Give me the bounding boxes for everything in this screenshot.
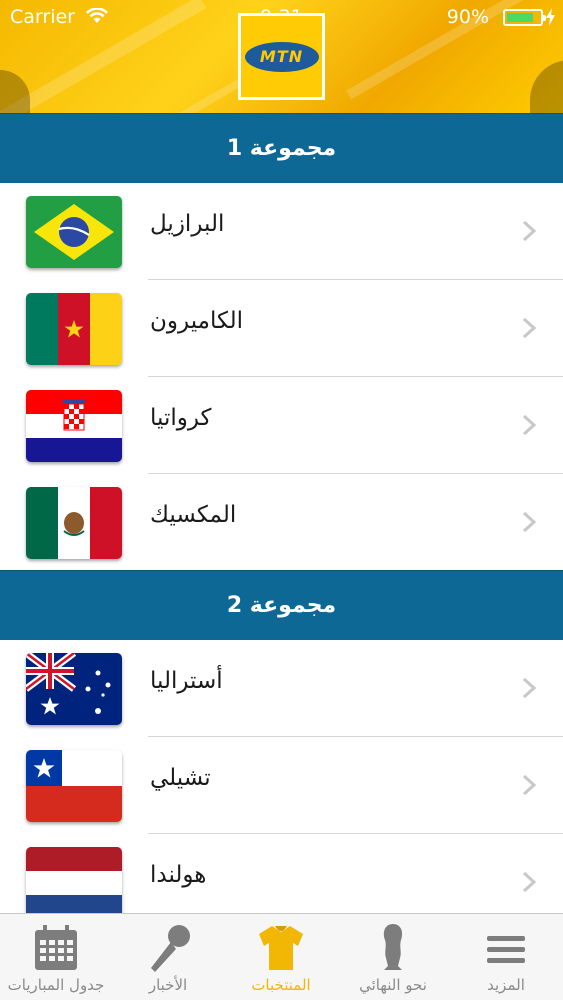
team-name: المكسيك	[150, 502, 237, 528]
group-header-2: مجموعة 2	[0, 570, 563, 640]
team-name: تشيلي	[150, 765, 211, 791]
tab-label: نحو النهائي	[359, 976, 427, 994]
team-row-croatia[interactable]: كرواتيا	[0, 377, 563, 474]
group-title: مجموعة 1	[226, 136, 337, 161]
team-row-chile[interactable]: تشيلي	[0, 737, 563, 834]
mtn-logo: MTN	[238, 13, 325, 100]
tab-label: جدول المباريات	[7, 976, 105, 994]
chevron-right-icon	[522, 220, 537, 242]
charging-icon	[546, 8, 555, 26]
team-name: هولندا	[150, 862, 207, 888]
team-row-mexico[interactable]: المكسيك	[0, 474, 563, 570]
app-header: Carrier 9:31 90% MTN	[0, 0, 563, 113]
logo-text: MTN	[259, 47, 304, 66]
team-name: أستراليا	[150, 668, 223, 694]
tab-label: المزيد	[487, 976, 525, 994]
tab-label: الأخبار	[148, 976, 188, 994]
menu-icon	[487, 936, 525, 963]
tab-bar: جدول المباريات الأخبار المنتخبات نحو الن…	[0, 913, 563, 1000]
brazil-flag-icon	[26, 196, 122, 268]
chevron-right-icon	[522, 774, 537, 796]
cameroon-flag-icon	[26, 293, 122, 365]
group-header-1: مجموعة 1	[0, 113, 563, 183]
chile-flag-icon	[26, 750, 122, 822]
tab-teams[interactable]: المنتخبات	[225, 914, 337, 1000]
tab-label: المنتخبات	[251, 976, 311, 994]
croatia-flag-icon	[26, 390, 122, 462]
mexico-flag-icon	[26, 487, 122, 559]
team-name: البرازيل	[150, 211, 225, 237]
chevron-right-icon	[522, 677, 537, 699]
netherlands-flag-icon	[26, 847, 122, 919]
australia-flag-icon	[26, 653, 122, 725]
team-name: الكاميرون	[150, 308, 244, 334]
team-row-cameroon[interactable]: الكاميرون	[0, 280, 563, 377]
tab-road-to-final[interactable]: نحو النهائي	[337, 914, 449, 1000]
chevron-right-icon	[522, 871, 537, 893]
team-row-brazil[interactable]: البرازيل	[0, 183, 563, 280]
microphone-icon	[151, 925, 190, 972]
team-name: كرواتيا	[150, 405, 212, 431]
trophy-icon	[383, 924, 403, 970]
chevron-right-icon	[522, 511, 537, 533]
chevron-right-icon	[522, 414, 537, 436]
tab-news[interactable]: الأخبار	[112, 914, 224, 1000]
jersey-icon	[259, 926, 303, 970]
group-title: مجموعة 2	[226, 593, 337, 618]
battery-percent: 90%	[446, 6, 489, 28]
team-row-australia[interactable]: أستراليا	[0, 640, 563, 737]
chevron-right-icon	[522, 317, 537, 339]
tab-more[interactable]: المزيد	[450, 914, 562, 1000]
calendar-icon	[35, 925, 77, 970]
battery-icon	[503, 9, 546, 26]
tab-schedule[interactable]: جدول المباريات	[0, 914, 112, 1000]
